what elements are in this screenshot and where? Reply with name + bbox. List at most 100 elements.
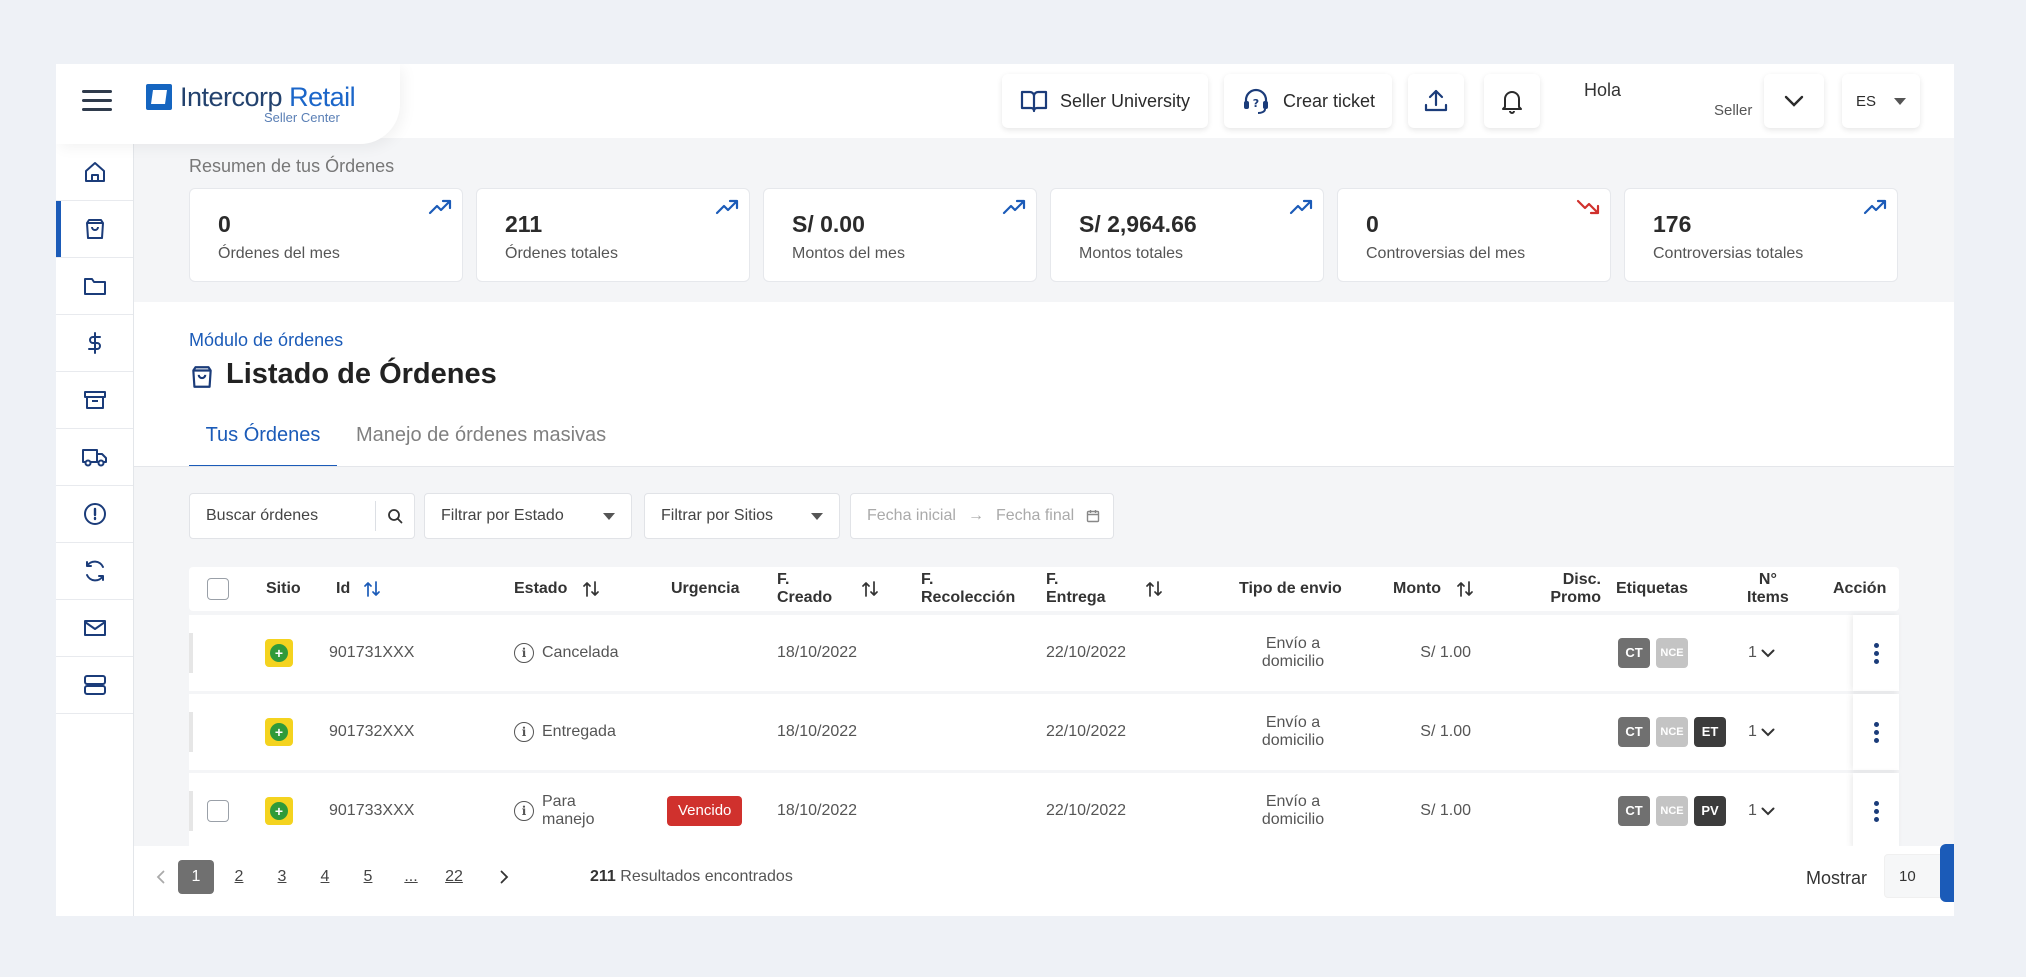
amount: S/ 1.00 — [1420, 723, 1471, 740]
upload-button[interactable] — [1408, 74, 1464, 128]
summary-card-label: Montos del mes — [792, 245, 905, 262]
trend-up-icon — [1289, 199, 1313, 215]
sidebar-item-shipping[interactable] — [56, 429, 133, 486]
prev-page-button[interactable] — [142, 860, 178, 894]
date-end-placeholder: Fecha final — [995, 507, 1075, 524]
column-header-shipping-type: Tipo de envio — [1239, 580, 1342, 597]
table-row[interactable]: + 901732XXX i Entregada 18/10/2022 22/10… — [189, 694, 1899, 770]
breadcrumb[interactable]: Módulo de órdenes — [189, 330, 343, 351]
column-header-amount[interactable]: Monto — [1393, 567, 1473, 611]
sidebar-item-files[interactable] — [56, 258, 133, 315]
order-id[interactable]: 901733XXX — [329, 773, 414, 849]
items-toggle[interactable]: 1 — [1748, 694, 1775, 770]
info-icon[interactable]: i — [514, 801, 534, 821]
items-toggle[interactable]: 1 — [1748, 773, 1775, 849]
search-button[interactable] — [375, 501, 413, 531]
page-number[interactable]: 2 — [221, 860, 257, 894]
page-number[interactable]: 1 — [178, 860, 214, 894]
tags-cell: CT NCE PV — [1618, 773, 1732, 849]
tab-your-orders[interactable]: Tus Órdenes — [189, 424, 337, 468]
column-header-id[interactable]: Id — [336, 567, 381, 611]
column-header-urgency: Urgencia — [671, 580, 740, 597]
notifications-button[interactable] — [1484, 74, 1540, 128]
row-actions-button[interactable] — [1853, 773, 1899, 849]
sidebar-item-inventory[interactable] — [56, 372, 133, 429]
summary-card-label: Órdenes del mes — [218, 245, 340, 262]
search-box — [189, 493, 415, 539]
chevron-down-icon — [1761, 728, 1775, 736]
date-range-picker[interactable]: Fecha inicial → Fecha final — [850, 493, 1114, 539]
collapse-panel-button[interactable] — [1940, 844, 1954, 902]
column-header-tags: Etiquetas — [1616, 580, 1689, 597]
info-icon[interactable]: i — [514, 643, 534, 663]
next-page-button[interactable] — [486, 860, 522, 894]
headset-help-icon: ? — [1243, 88, 1268, 114]
order-id[interactable]: 901731XXX — [329, 615, 414, 691]
info-icon[interactable]: i — [514, 722, 534, 742]
user-greeting: Hola — [1584, 80, 1622, 100]
sidebar-item-integrations[interactable] — [56, 657, 133, 714]
chevron-right-icon — [500, 870, 508, 884]
order-id[interactable]: 901732XXX — [329, 694, 414, 770]
page-number[interactable]: 22 — [436, 860, 472, 894]
site-cell: + — [265, 773, 293, 849]
search-input[interactable] — [190, 494, 375, 538]
tag-badge: PV — [1694, 796, 1726, 826]
site-filter-select[interactable]: Filtrar por Sitios — [644, 493, 840, 539]
page-number[interactable]: 4 — [307, 860, 343, 894]
language-value: ES — [1855, 92, 1876, 110]
app-window: Seller University ? Crear ticket Hola Se… — [56, 64, 1954, 916]
created-date: 18/10/2022 — [777, 802, 858, 819]
status-filter-select[interactable]: Filtrar por Estado — [424, 493, 632, 539]
row-actions-button[interactable] — [1853, 694, 1899, 770]
summary-card-label: Órdenes totales — [505, 245, 618, 262]
user-menu-button[interactable] — [1764, 74, 1824, 128]
refresh-icon — [85, 560, 104, 582]
page-number[interactable]: 3 — [264, 860, 300, 894]
site-cell: + — [265, 615, 293, 691]
table-row[interactable]: + 901733XXX i Para manejo Vencido 18/10/2… — [189, 773, 1899, 849]
column-header-delivery-label: F. Entrega — [1046, 571, 1106, 606]
sidebar-item-messages[interactable] — [56, 600, 133, 657]
caret-down-icon — [603, 512, 615, 520]
column-header-delivery[interactable]: F. Entrega — [1046, 567, 1162, 611]
items-toggle[interactable]: 1 — [1748, 615, 1775, 691]
column-header-status-label: Estado — [514, 580, 568, 597]
server-icon — [83, 675, 106, 695]
select-all-cell — [207, 567, 229, 611]
seller-university-label: Seller University — [1059, 90, 1191, 111]
sidebar-item-home[interactable] — [56, 144, 133, 201]
shopping-bag-icon — [85, 219, 104, 239]
table-row[interactable]: + 901731XXX i Cancelada 18/10/2022 22/10… — [189, 615, 1899, 691]
truck-icon — [81, 449, 107, 467]
seller-university-button[interactable]: Seller University — [1002, 74, 1208, 128]
create-ticket-button[interactable]: ? Crear ticket — [1224, 74, 1392, 128]
sidebar-item-orders[interactable] — [56, 201, 133, 258]
tab-bulk-orders[interactable]: Manejo de órdenes masivas — [356, 424, 606, 468]
hamburger-menu-icon[interactable] — [82, 90, 112, 112]
row-checkbox[interactable] — [207, 800, 229, 822]
mail-icon — [83, 620, 106, 636]
sidebar-item-finance[interactable] — [56, 315, 133, 372]
status-cell: i Entregada — [514, 694, 616, 770]
sidebar-item-returns[interactable] — [56, 543, 133, 600]
column-header-created[interactable]: F. Creado — [777, 567, 878, 611]
sort-icon — [583, 581, 600, 597]
page-number[interactable]: 5 — [350, 860, 386, 894]
page-ellipsis[interactable]: ... — [393, 860, 429, 894]
sidebar-item-claims[interactable] — [56, 486, 133, 543]
more-vertical-icon — [1873, 640, 1879, 667]
amount: S/ 1.00 — [1420, 802, 1471, 819]
tag-badge: NCE — [1656, 796, 1688, 826]
upload-icon — [1424, 89, 1448, 112]
book-open-icon — [1020, 90, 1048, 113]
column-header-action: Acción — [1833, 580, 1887, 597]
column-header-status[interactable]: Estado — [514, 567, 600, 611]
row-actions-button[interactable] — [1853, 615, 1899, 691]
alert-circle-icon — [83, 503, 106, 525]
select-all-checkbox[interactable] — [207, 578, 229, 600]
trend-up-icon — [715, 199, 739, 215]
language-select[interactable]: ES — [1842, 74, 1920, 128]
tags-cell: CT NCE ET — [1618, 694, 1732, 770]
sidebar — [56, 144, 134, 916]
